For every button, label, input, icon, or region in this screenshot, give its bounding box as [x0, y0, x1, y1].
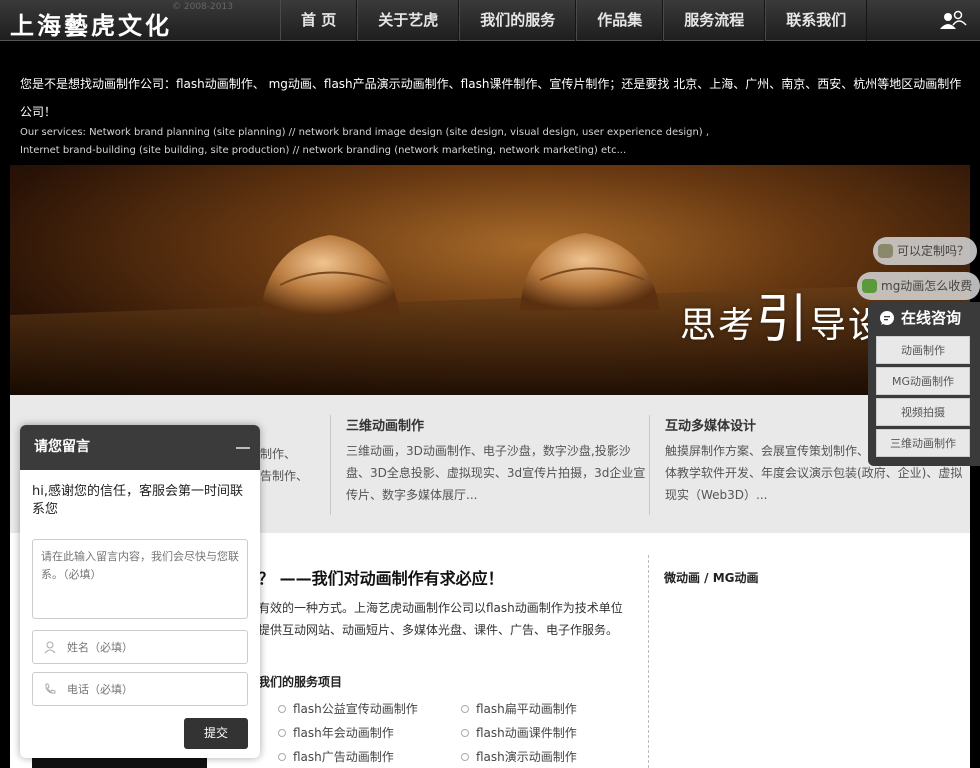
- message-greeting: hi,感谢您的信任，客服会第一时间联系您: [32, 484, 243, 517]
- top-navigation-bar: 上海藝虎文化 © 2008-2013 首 页 关于艺虎 我们的服务 作品集 服务…: [0, 0, 980, 41]
- side-section-title[interactable]: 微动画 / MG动画: [664, 569, 759, 586]
- online-consult-panel: 在线咨询 动画制作 MG动画制作 视频拍摄 三维动画制作: [868, 302, 980, 466]
- faq-bubble-price[interactable]: mg动画怎么收费: [857, 272, 980, 300]
- divider: [649, 415, 650, 515]
- chat-bubble-icon: [880, 311, 894, 325]
- feature-item-1[interactable]: 制作、 告制作、: [260, 415, 330, 487]
- chat-icon: [862, 279, 877, 293]
- phone-icon: [45, 683, 56, 694]
- nav-item-home[interactable]: 首 页: [280, 0, 358, 41]
- nav-item-process[interactable]: 服务流程: [663, 0, 766, 41]
- nav-item-services[interactable]: 我们的服务: [459, 0, 577, 41]
- consult-header[interactable]: 在线咨询: [868, 302, 980, 334]
- phone-field[interactable]: [32, 672, 248, 706]
- users-icon[interactable]: [938, 8, 968, 32]
- consult-item-video[interactable]: 视频拍摄: [876, 398, 970, 426]
- message-popup-header: 请您留言: [20, 425, 260, 470]
- service-link[interactable]: flash扁平动画制作: [461, 699, 577, 723]
- minimize-icon[interactable]: [236, 447, 250, 449]
- copyright-text: © 2008-2013: [172, 2, 233, 12]
- service-link[interactable]: flash动画课件制作: [461, 723, 577, 747]
- feature-title: 三维动画制作: [346, 419, 425, 434]
- feature-desc: 三维动画，3D动画制作、电子沙盘，数字沙盘,投影沙盘、3D全息投影、虚拟现实、3…: [346, 444, 646, 502]
- chat-icon: [878, 244, 893, 258]
- message-popup-title: 请您留言: [34, 439, 90, 455]
- main-title: ？ ——我们对动画制作有求必应！: [258, 569, 504, 588]
- intro-text: 您是不是想找动画制作公司：flash动画制作、 mg动画、flash产品演示动画…: [20, 77, 962, 119]
- services-list-2: flash扁平动画制作 flash动画课件制作 flash演示动画制作: [461, 699, 577, 768]
- consult-title: 在线咨询: [901, 309, 962, 327]
- services-list-1: flash公益宣传动画制作 flash年会动画制作 flash广告动画制作: [278, 699, 418, 768]
- hero-banner: 思考引导设计: [10, 165, 970, 395]
- phone-input[interactable]: [67, 680, 237, 698]
- dotted-divider: [648, 555, 649, 768]
- service-link[interactable]: flash年会动画制作: [278, 723, 418, 747]
- nav-item-contact[interactable]: 联系我们: [765, 0, 868, 41]
- message-content-input[interactable]: [32, 539, 248, 619]
- consult-item-mg[interactable]: MG动画制作: [876, 367, 970, 395]
- service-link[interactable]: flash公益宣传动画制作: [278, 699, 418, 723]
- person-icon: [44, 641, 56, 654]
- nav-item-portfolio[interactable]: 作品集: [576, 0, 664, 41]
- name-field[interactable]: [32, 630, 248, 664]
- feature-desc: 制作、 告制作、: [260, 447, 309, 483]
- divider: [330, 415, 331, 515]
- service-link[interactable]: flash广告动画制作: [278, 747, 418, 768]
- faq-bubble-custom[interactable]: 可以定制吗？: [873, 237, 978, 265]
- main-nav: 首 页 关于艺虎 我们的服务 作品集 服务流程 联系我们: [280, 0, 868, 41]
- consult-item-animation[interactable]: 动画制作: [876, 336, 970, 364]
- submit-button[interactable]: 提交: [184, 718, 248, 749]
- site-logo[interactable]: 上海藝虎文化: [10, 6, 172, 41]
- message-popup: 请您留言 hi,感谢您的信任，客服会第一时间联系您 提交: [20, 425, 260, 758]
- services-english: Our services: Network brand planning (si…: [20, 127, 710, 156]
- bubble-text: 可以定制吗？: [897, 244, 970, 258]
- services-title: 我们的服务项目: [258, 675, 343, 689]
- banner-slogan-a: 思考: [680, 305, 757, 346]
- banner-slogan-b: 引: [756, 290, 811, 350]
- nav-item-about[interactable]: 关于艺虎: [357, 0, 460, 41]
- bubble-text: mg动画怎么收费: [881, 279, 973, 293]
- service-link[interactable]: flash演示动画制作: [461, 747, 577, 768]
- main-description: 有效的一种方式。上海艺虎动画制作公司以flash动画制作为技术单位提供互动网站、…: [258, 601, 623, 637]
- consult-item-3d[interactable]: 三维动画制作: [876, 429, 970, 457]
- name-input[interactable]: [67, 638, 237, 656]
- feature-item-2[interactable]: 三维动画制作 三维动画，3D动画制作、电子沙盘，数字沙盘,投影沙盘、3D全息投影…: [346, 415, 646, 506]
